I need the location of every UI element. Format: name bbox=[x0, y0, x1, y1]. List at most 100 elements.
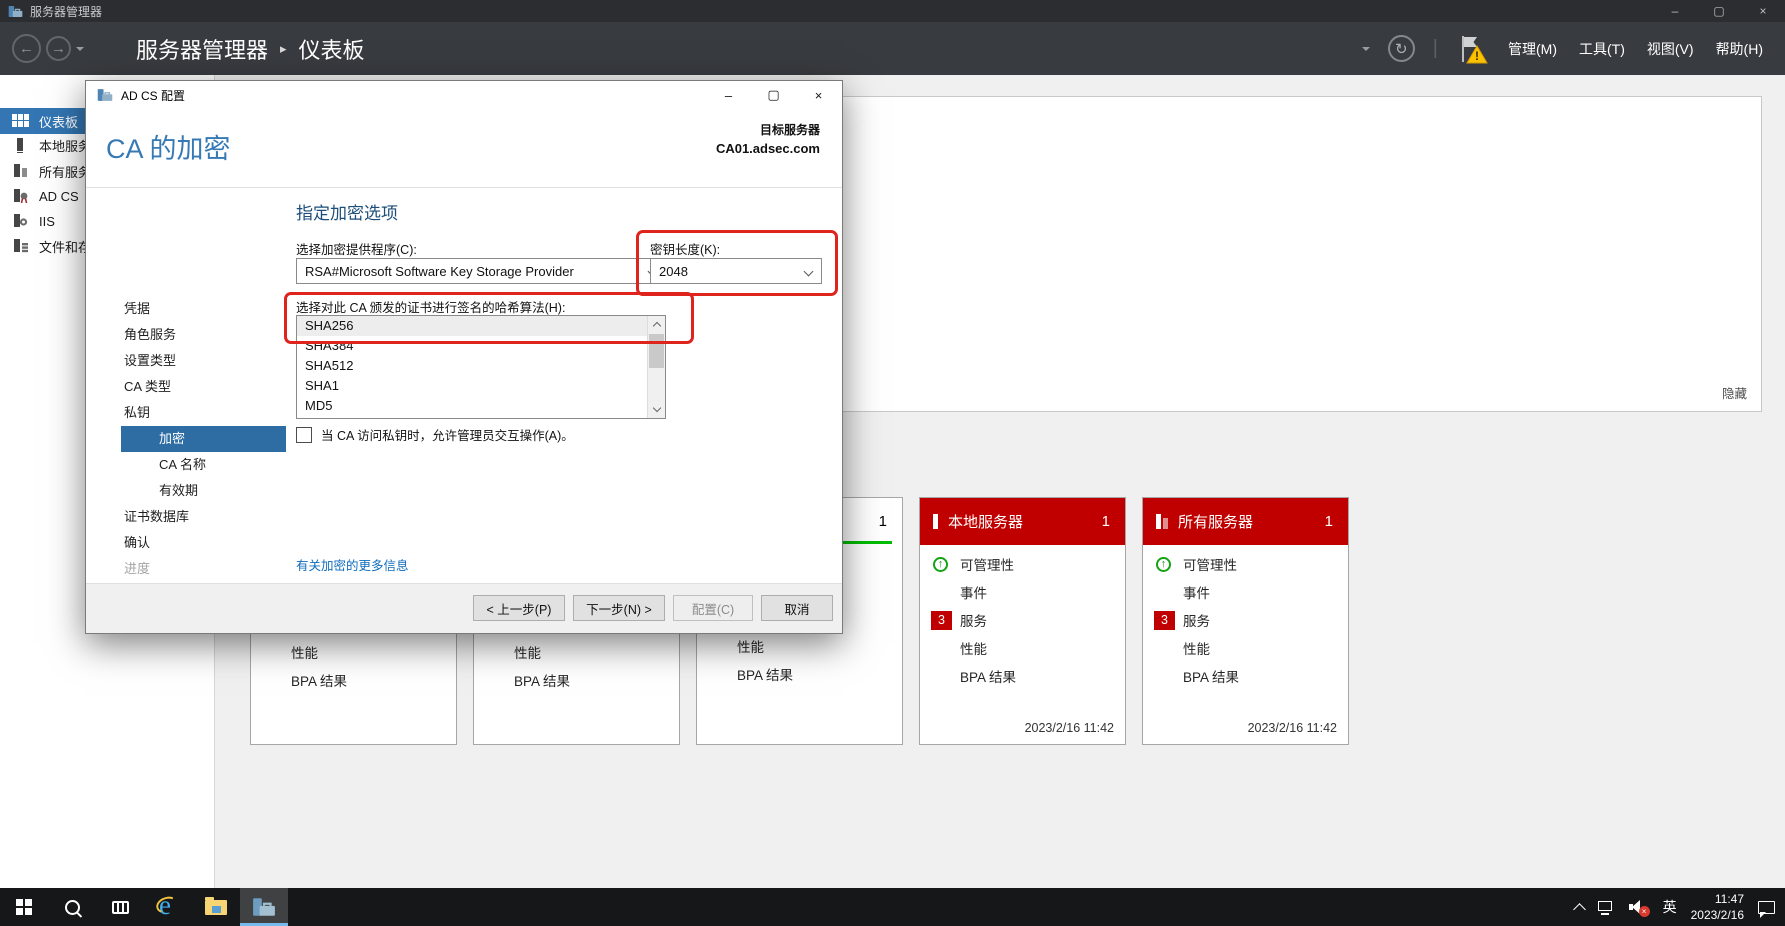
wizard-nav-validity-period[interactable]: 有效期 bbox=[159, 479, 198, 503]
tray-chevron-icon[interactable] bbox=[1572, 902, 1586, 916]
file-explorer-button[interactable] bbox=[192, 888, 240, 926]
refresh-icon[interactable]: ↻ bbox=[1387, 35, 1415, 62]
dialog-titlebar[interactable]: AD CS 配置 – ▢ × bbox=[86, 81, 842, 109]
menu-manage[interactable]: 管理(M) bbox=[1506, 35, 1559, 63]
dialog-close-button[interactable]: × bbox=[796, 81, 841, 109]
dialog-maximize-button[interactable]: ▢ bbox=[751, 81, 796, 109]
sidebar-item-label: 仪表板 bbox=[39, 114, 79, 130]
tile-row[interactable]: 性能 bbox=[1156, 634, 1348, 662]
menu-view[interactable]: 视图(V) bbox=[1645, 35, 1696, 63]
tile-row[interactable]: 性能 bbox=[933, 634, 1125, 662]
tile-count: 1 bbox=[878, 513, 887, 530]
next-button[interactable]: 下一步(N) > bbox=[573, 595, 665, 621]
hash-option-md5[interactable]: MD5 bbox=[297, 396, 665, 416]
notification-flag-warning-icon[interactable]: ! bbox=[1456, 34, 1488, 64]
task-view-button[interactable] bbox=[96, 888, 144, 926]
scrollbar-thumb[interactable] bbox=[649, 334, 664, 368]
tile-row[interactable]: BPA 结果 bbox=[933, 662, 1125, 690]
more-info-link[interactable]: 有关加密的更多信息 bbox=[296, 555, 409, 574]
all-servers-icon bbox=[12, 163, 30, 179]
ime-language-indicator[interactable]: 英 bbox=[1663, 897, 1677, 917]
header-divider: | bbox=[1432, 37, 1438, 59]
tile-row-label: BPA 结果 bbox=[291, 674, 348, 689]
notifications-chevron-icon[interactable] bbox=[1361, 46, 1370, 55]
scroll-down-icon[interactable] bbox=[648, 401, 665, 418]
wizard-nav-confirmation[interactable]: 确认 bbox=[124, 531, 150, 555]
server-manager-logo-icon bbox=[8, 5, 23, 17]
tile-title: 本地服务器 bbox=[948, 514, 1024, 531]
tile-row[interactable]: BPA 结果 bbox=[710, 660, 902, 688]
internet-explorer-button[interactable] bbox=[144, 888, 192, 926]
hash-option-sha384[interactable]: SHA384 bbox=[297, 336, 665, 356]
tile-row[interactable]: 事件 bbox=[1156, 578, 1348, 606]
back-icon[interactable]: ← bbox=[12, 34, 41, 63]
hide-link[interactable]: 隐藏 bbox=[1722, 383, 1747, 402]
internet-explorer-icon bbox=[155, 890, 181, 921]
wizard-nav-private-key[interactable]: 私钥 bbox=[124, 401, 150, 425]
role-tile-local-server[interactable]: 本地服务器 1 ↑ 可管理性 事件 3 服务 性能 BPA 结果 2023/2/16… bbox=[919, 497, 1126, 745]
scroll-up-icon[interactable] bbox=[648, 316, 665, 333]
search-button[interactable] bbox=[48, 888, 96, 926]
close-button[interactable]: × bbox=[1741, 0, 1785, 22]
listbox-scrollbar[interactable] bbox=[647, 316, 665, 418]
adcs-dialog-icon bbox=[97, 89, 113, 101]
hash-option-sha1[interactable]: SHA1 bbox=[297, 376, 665, 396]
wizard-nav-ca-name[interactable]: CA 名称 bbox=[159, 453, 206, 477]
tile-row-label: 可管理性 bbox=[960, 558, 1014, 573]
wizard-nav-setup-type[interactable]: 设置类型 bbox=[124, 349, 176, 373]
role-tile-all-servers[interactable]: 所有服务器 1 ↑ 可管理性 事件 3 服务 性能 BPA 结果 2023/2/16… bbox=[1142, 497, 1349, 745]
network-icon[interactable] bbox=[1597, 900, 1615, 915]
windows-logo-icon bbox=[16, 899, 32, 915]
previous-button[interactable]: < 上一步(P) bbox=[473, 595, 565, 621]
tile-row[interactable]: ↑ 可管理性 bbox=[933, 550, 1125, 578]
hash-algorithm-label: 选择对此 CA 颁发的证书进行签名的哈希算法(H): bbox=[296, 301, 566, 315]
allow-admin-interaction-checkbox[interactable] bbox=[296, 426, 312, 443]
tile-header[interactable]: 所有服务器 1 bbox=[1143, 498, 1348, 545]
forward-icon[interactable]: → bbox=[46, 36, 71, 61]
services-count-badge: 3 bbox=[931, 610, 952, 630]
tile-row[interactable]: ↑ 可管理性 bbox=[1156, 550, 1348, 578]
iis-icon bbox=[12, 213, 30, 229]
menu-tools[interactable]: 工具(T) bbox=[1577, 35, 1627, 63]
volume-muted-icon[interactable]: × bbox=[1628, 899, 1650, 917]
tile-row[interactable]: BPA 结果 bbox=[1156, 662, 1348, 690]
cancel-button[interactable]: 取消 bbox=[761, 595, 833, 621]
key-length-combobox[interactable]: 2048 bbox=[650, 258, 822, 284]
dialog-minimize-button[interactable]: – bbox=[706, 81, 751, 109]
wizard-nav-credentials[interactable]: 凭据 bbox=[124, 297, 150, 321]
menu-help[interactable]: 帮助(H) bbox=[1714, 35, 1765, 63]
tile-row[interactable]: BPA 结果 bbox=[264, 666, 456, 694]
server-manager-button[interactable] bbox=[240, 888, 288, 926]
tile-row-label: 服务 bbox=[960, 614, 987, 629]
history-chevron-icon[interactable] bbox=[76, 46, 84, 55]
wizard-nav-cryptography[interactable]: 加密 bbox=[159, 427, 185, 451]
wizard-nav-role-services[interactable]: 角色服务 bbox=[124, 323, 176, 347]
tile-row[interactable]: 性能 bbox=[487, 638, 679, 666]
tile-row[interactable]: BPA 结果 bbox=[487, 666, 679, 694]
tile-row[interactable]: 性能 bbox=[264, 638, 456, 666]
breadcrumb-root[interactable]: 服务器管理器 bbox=[136, 33, 268, 65]
breadcrumb-separator: ▸ bbox=[280, 40, 287, 56]
dashboard-icon bbox=[12, 114, 30, 129]
hash-algorithm-listbox[interactable]: SHA256 SHA384 SHA512 SHA1 MD5 bbox=[296, 315, 666, 419]
maximize-button[interactable]: ▢ bbox=[1697, 0, 1741, 22]
start-button[interactable] bbox=[0, 888, 48, 926]
breadcrumb-current: 仪表板 bbox=[298, 37, 365, 63]
provider-combobox[interactable]: RSA#Microsoft Software Key Storage Provi… bbox=[296, 258, 666, 284]
tile-row[interactable]: 性能 bbox=[710, 632, 902, 660]
action-center-icon[interactable] bbox=[1758, 900, 1775, 918]
minimize-button[interactable]: – bbox=[1653, 0, 1697, 22]
tile-row[interactable]: 3 服务 bbox=[931, 606, 1125, 634]
tile-row[interactable]: 3 服务 bbox=[1154, 606, 1348, 634]
services-count-badge: 3 bbox=[1154, 610, 1175, 630]
file-storage-icon bbox=[12, 238, 30, 254]
hash-option-sha256[interactable]: SHA256 bbox=[297, 316, 665, 336]
dialog-title: AD CS 配置 bbox=[121, 88, 186, 103]
tile-header[interactable]: 本地服务器 1 bbox=[920, 498, 1125, 545]
wizard-nav-ca-type[interactable]: CA 类型 bbox=[124, 375, 171, 399]
tile-row[interactable]: 事件 bbox=[933, 578, 1125, 606]
taskbar-clock[interactable]: 11:47 2023/2/16 bbox=[1691, 891, 1744, 923]
wizard-nav-certificate-database[interactable]: 证书数据库 bbox=[124, 505, 189, 529]
hash-option-sha512[interactable]: SHA512 bbox=[297, 356, 665, 376]
allow-admin-interaction-row[interactable]: 当 CA 访问私钥时，允许管理员交互操作(A)。 bbox=[296, 425, 574, 444]
